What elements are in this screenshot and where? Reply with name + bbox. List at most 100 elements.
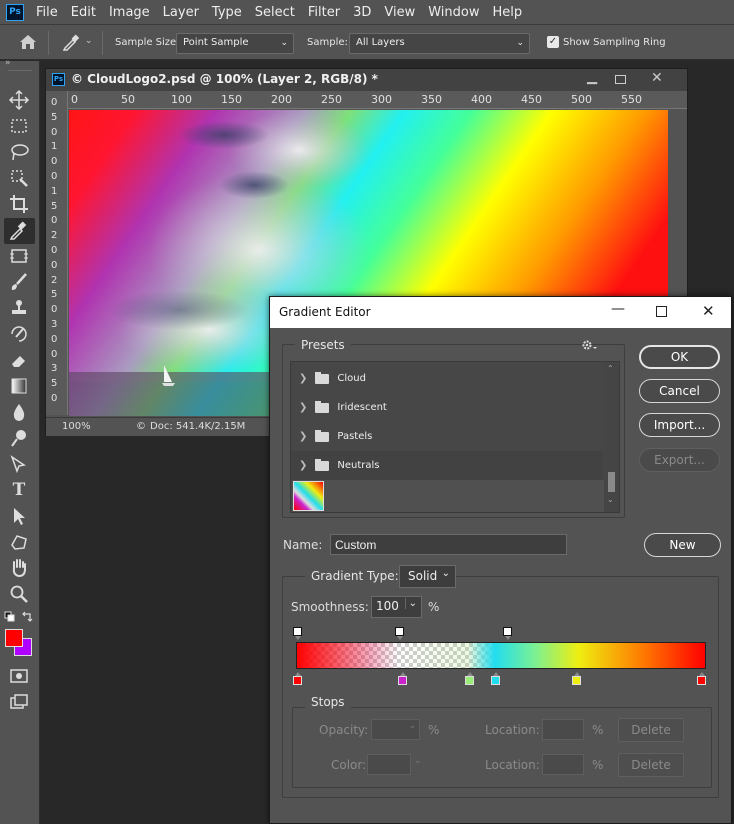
name-field[interactable] [330, 534, 567, 555]
opacity-stop[interactable] [293, 627, 302, 640]
chevron-down-icon[interactable]: ⌄ [404, 598, 417, 609]
menu-3d[interactable]: 3D [347, 5, 378, 20]
eyedropper-tool-icon[interactable] [62, 33, 80, 51]
scroll-up-icon[interactable]: ⌃ [607, 364, 614, 373]
chevron-right-icon: ❯ [299, 373, 308, 384]
preset-folder-iridescent[interactable]: ❯ Iridescent [291, 393, 603, 422]
preset-folder-label: Neutrals [337, 460, 380, 471]
opacity-stop[interactable] [503, 627, 512, 640]
marquee-tool-icon[interactable] [8, 115, 30, 137]
show-ring-checkbox[interactable]: ✓ [547, 36, 559, 48]
ruler-tick-label: 0 [51, 126, 58, 138]
menu-window[interactable]: Window [422, 5, 486, 20]
cancel-button[interactable]: Cancel [639, 379, 720, 403]
document-title-bar[interactable]: Ps © CloudLogo2.psd @ 100% (Layer 2, RGB… [46, 69, 687, 91]
swap-colors-icon[interactable] [21, 611, 33, 623]
color-stop-magenta[interactable] [398, 672, 407, 685]
frame-tool-icon[interactable] [8, 245, 30, 267]
tool-preset-chevron-icon[interactable]: ⌄ [85, 36, 93, 46]
eyedropper-icon[interactable] [8, 219, 30, 241]
stamp-tool-icon[interactable] [8, 297, 30, 319]
home-icon[interactable] [19, 34, 37, 50]
ruler-tick-label: 3 [51, 319, 58, 330]
color-stop-cyan[interactable] [491, 672, 500, 685]
custom-presets-row [292, 480, 604, 512]
brush-tool-icon[interactable] [8, 271, 30, 293]
maximize-icon[interactable] [615, 75, 626, 84]
ok-button[interactable]: OK [639, 345, 720, 369]
sample-size-select[interactable]: Point Sample ⌄ [176, 33, 294, 54]
color-stop-red[interactable] [293, 672, 302, 685]
new-button[interactable]: New [644, 533, 721, 557]
blur-tool-icon[interactable] [8, 401, 30, 423]
gradient-bar[interactable] [296, 642, 706, 669]
gradient-type-select[interactable]: Solid ⌄ [399, 565, 456, 588]
crop-tool-icon[interactable] [8, 193, 30, 215]
move-tool-icon[interactable] [8, 89, 30, 111]
zoom-tool-icon[interactable] [8, 583, 30, 605]
hand-tool-icon[interactable] [8, 557, 30, 579]
menu-type[interactable]: Type [206, 5, 249, 20]
options-bar: ⌄ Sample Size: Point Sample ⌄ Sample: All… [0, 24, 734, 60]
opacity-stop[interactable] [395, 627, 404, 640]
dialog-title-bar[interactable]: Gradient Editor — ✕ [270, 297, 731, 328]
color-label: Color: [331, 758, 367, 772]
collapse-icon[interactable]: » [5, 58, 11, 68]
menu-image[interactable]: Image [103, 5, 157, 20]
menu-view[interactable]: View [378, 5, 422, 20]
color-stop-yellow[interactable] [572, 672, 581, 685]
preset-folder-label: Pastels [337, 431, 373, 442]
menu-edit[interactable]: Edit [65, 5, 103, 20]
gradient-type-value: Solid [408, 569, 438, 583]
history-brush-icon[interactable] [8, 323, 30, 345]
ruler-tick-label: 0 [51, 259, 58, 271]
show-ring-label: Show Sampling Ring [563, 37, 666, 48]
preset-folder-pastels[interactable]: ❯ Pastels [291, 422, 603, 451]
color-location-field [542, 754, 584, 775]
menu-layer[interactable]: Layer [157, 5, 206, 20]
preset-folder-neutrals[interactable]: ❯ Neutrals [291, 451, 603, 480]
screen-mode-icon[interactable] [8, 691, 30, 713]
quick-select-tool-icon[interactable] [8, 167, 30, 189]
minimize-icon[interactable]: ▁ [587, 70, 597, 85]
foreground-color-swatch[interactable] [5, 629, 23, 647]
shape-tool-icon[interactable] [8, 531, 30, 553]
chevron-right-icon: ❯ [299, 402, 308, 413]
default-colors-icon[interactable] [4, 611, 16, 623]
color-delete-button: Delete [618, 753, 684, 777]
import-button[interactable]: Import... [639, 413, 720, 437]
color-stop-red-end[interactable] [697, 672, 706, 685]
menu-select[interactable]: Select [249, 5, 302, 20]
sample-select[interactable]: All Layers ⌄ [349, 33, 530, 54]
menu-help[interactable]: Help [487, 5, 530, 20]
gear-icon[interactable] [581, 339, 599, 351]
pen-tool-icon[interactable] [8, 453, 30, 475]
presets-scrollbar[interactable]: ⌃ ⌄ [604, 362, 619, 512]
zoom-level[interactable]: 100% [62, 421, 91, 432]
maximize-icon[interactable] [656, 306, 667, 317]
lasso-tool-icon[interactable] [8, 141, 30, 163]
preset-folder-cloud[interactable]: ❯ Cloud [291, 364, 603, 393]
ruler-tick-label: 0 [51, 348, 58, 360]
close-icon[interactable]: ✕ [651, 70, 663, 86]
dodge-tool-icon[interactable] [8, 427, 30, 449]
close-icon[interactable]: ✕ [702, 302, 715, 320]
eraser-tool-icon[interactable] [8, 349, 30, 371]
ruler-tick-label: 50 [121, 93, 135, 106]
color-swatch-field [367, 754, 411, 775]
menu-filter[interactable]: Filter [302, 5, 347, 20]
gradient-editor-dialog: Gradient Editor — ✕ Presets ❯ Cloud ❯ Irid… [269, 296, 732, 824]
path-select-tool-icon[interactable] [8, 505, 30, 527]
chevron-right-icon: ❯ [299, 460, 308, 471]
minimize-icon[interactable]: — [611, 301, 625, 317]
gradient-tool-icon[interactable] [8, 375, 30, 397]
scroll-thumb[interactable] [608, 472, 615, 492]
quick-mask-icon[interactable] [8, 665, 30, 687]
color-stop-green[interactable] [465, 672, 474, 685]
smoothness-field[interactable]: 100 ⌄ [371, 596, 422, 618]
scroll-down-icon[interactable]: ⌄ [607, 495, 614, 504]
menu-file[interactable]: File [30, 5, 65, 20]
custom-gradient-swatch[interactable] [293, 481, 324, 511]
type-tool-icon[interactable]: T [8, 479, 30, 501]
opacity-location-label: Location: [485, 723, 540, 737]
